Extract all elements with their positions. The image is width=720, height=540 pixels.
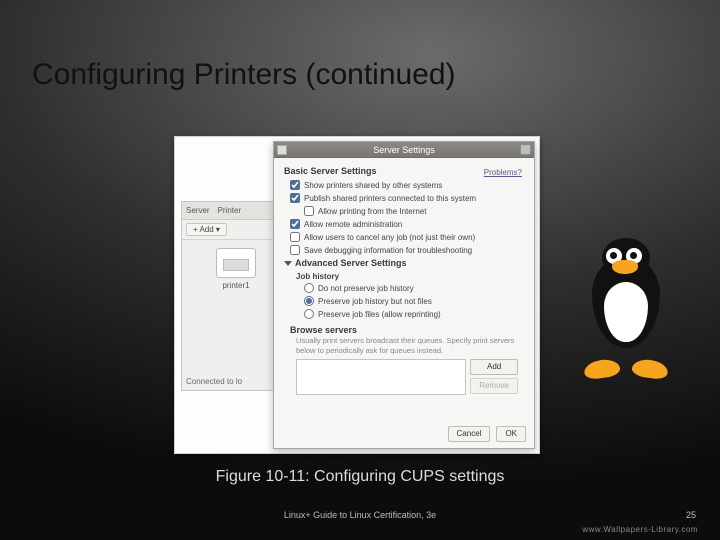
slide-title: Configuring Printers (continued) <box>32 58 456 92</box>
checkbox-allow-remote-admin[interactable] <box>290 219 300 229</box>
opt-job-none[interactable]: Do not preserve job history <box>304 283 524 294</box>
menu-printer[interactable]: Printer <box>214 206 246 215</box>
chevron-down-icon: ▾ <box>216 225 220 234</box>
printer-label: printer1 <box>209 281 263 290</box>
add-server-button[interactable]: Add <box>470 359 518 375</box>
browse-servers-note: Usually print servers broadcast their qu… <box>296 336 518 356</box>
checkbox-allow-cancel-any[interactable] <box>290 232 300 242</box>
problems-link[interactable]: Problems? <box>484 168 522 177</box>
menu-server[interactable]: Server <box>182 206 214 215</box>
label-show-shared: Show printers shared by other systems <box>304 180 442 191</box>
footer-text: Linux+ Guide to Linux Certification, 3e <box>0 510 720 520</box>
label-publish-shared: Publish shared printers connected to thi… <box>304 193 476 204</box>
figure-caption: Figure 10-11: Configuring CUPS settings <box>0 468 720 486</box>
dialog-title: Server Settings <box>373 145 435 155</box>
add-label: + Add <box>193 225 214 234</box>
browse-servers-heading: Browse servers <box>290 325 524 335</box>
label-allow-internet: Allow printing from the Internet <box>318 206 427 217</box>
opt-publish-shared[interactable]: Publish shared printers connected to thi… <box>290 193 524 204</box>
remove-server-button: Remove <box>470 378 518 394</box>
watermark: www.Wallpapers-Library.com <box>582 525 698 534</box>
printer-item[interactable]: printer1 <box>209 248 263 290</box>
server-settings-dialog: Server Settings Problems? Basic Server S… <box>273 141 535 449</box>
expand-triangle-icon[interactable] <box>284 261 292 266</box>
label-allow-cancel-any: Allow users to cancel any job (not just … <box>304 232 475 243</box>
cancel-button[interactable]: Cancel <box>448 426 491 442</box>
tux-penguin-image <box>574 238 678 378</box>
opt-job-history[interactable]: Preserve job history but not files <box>304 296 524 307</box>
browse-servers-list[interactable] <box>296 359 466 395</box>
opt-allow-internet[interactable]: Allow printing from the Internet <box>304 206 524 217</box>
radio-job-files[interactable] <box>304 309 314 319</box>
label-save-debug: Save debugging information for troublesh… <box>304 245 472 256</box>
screenshot-panel: Server Printer + Add ▾ printer1 Connecte… <box>174 136 540 454</box>
dialog-titlebar[interactable]: Server Settings <box>274 142 534 158</box>
slide: Configuring Printers (continued) Server … <box>0 0 720 540</box>
label-job-history: Preserve job history but not files <box>318 296 432 307</box>
opt-allow-cancel-any[interactable]: Allow users to cancel any job (not just … <box>290 232 524 243</box>
label-job-files: Preserve job files (allow reprinting) <box>318 309 441 320</box>
checkbox-allow-internet[interactable] <box>304 206 314 216</box>
close-icon[interactable] <box>520 144 531 155</box>
advanced-settings-heading: Advanced Server Settings <box>284 258 524 268</box>
add-printer-button[interactable]: + Add ▾ <box>186 223 227 236</box>
opt-show-shared[interactable]: Show printers shared by other systems <box>290 180 524 191</box>
printer-icon <box>216 248 256 278</box>
window-icon <box>277 145 287 155</box>
ok-button[interactable]: OK <box>496 426 526 442</box>
checkbox-show-shared[interactable] <box>290 180 300 190</box>
label-allow-remote-admin: Allow remote administration <box>304 219 402 230</box>
connection-status: Connected to lo <box>186 377 242 386</box>
opt-save-debug[interactable]: Save debugging information for troublesh… <box>290 245 524 256</box>
opt-job-files[interactable]: Preserve job files (allow reprinting) <box>304 309 524 320</box>
checkbox-publish-shared[interactable] <box>290 193 300 203</box>
label-job-none: Do not preserve job history <box>318 283 414 294</box>
radio-job-none[interactable] <box>304 283 314 293</box>
radio-job-history[interactable] <box>304 296 314 306</box>
checkbox-save-debug[interactable] <box>290 245 300 255</box>
opt-allow-remote-admin[interactable]: Allow remote administration <box>290 219 524 230</box>
job-history-heading: Job history <box>296 272 524 281</box>
page-number: 25 <box>686 510 696 520</box>
